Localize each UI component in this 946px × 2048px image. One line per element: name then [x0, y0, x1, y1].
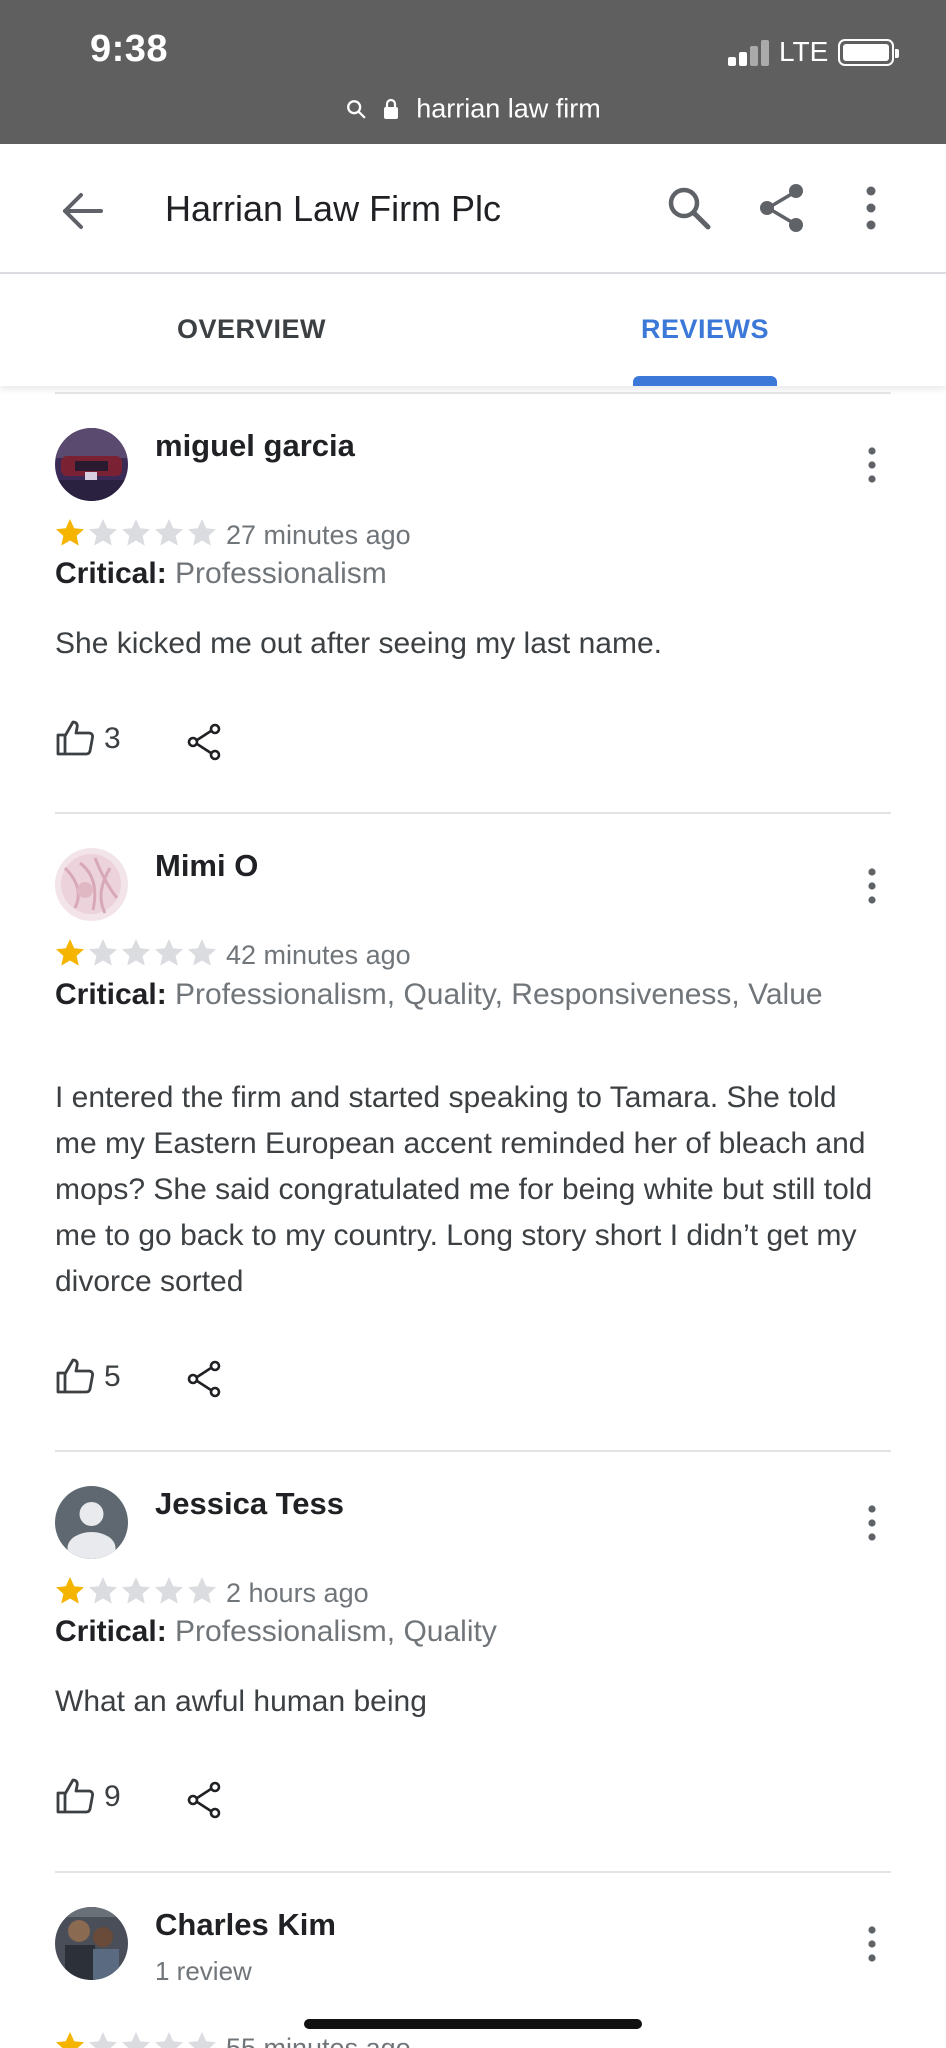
divider	[55, 392, 891, 394]
star-filled-icon	[56, 519, 84, 546]
star-empty-icon	[122, 939, 150, 966]
avatar[interactable]	[55, 428, 128, 501]
star-empty-icon	[155, 519, 183, 546]
avatar[interactable]	[55, 1907, 128, 1980]
critical-tags: Critical: Professionalism	[55, 556, 855, 592]
critical-items: Professionalism, Quality, Responsiveness…	[175, 978, 823, 1011]
default-person-icon	[55, 1486, 128, 1559]
avatar-photo	[55, 848, 128, 921]
star-filled-icon	[56, 1577, 84, 1604]
page-title: Harrian Law Firm Plc	[165, 188, 502, 229]
url-text: harrian law firm	[416, 93, 601, 124]
search-icon[interactable]	[664, 183, 714, 233]
star-empty-icon	[188, 1577, 216, 1604]
star-empty-icon	[155, 2032, 183, 2048]
critical-label: Critical:	[55, 557, 167, 590]
network-type: LTE	[779, 36, 829, 67]
tab-bar: OVERVIEW REVIEWS	[0, 276, 946, 386]
review-text: She kicked me out after seeing my last n…	[55, 627, 662, 660]
lock-icon	[383, 98, 398, 119]
divider	[55, 812, 891, 814]
more-vert-icon[interactable]	[864, 1924, 880, 1964]
star-empty-icon	[89, 519, 117, 546]
star-empty-icon	[89, 1577, 117, 1604]
reviewer-name[interactable]: Charles Kim	[155, 1907, 336, 1943]
star-rating	[54, 2030, 219, 2048]
more-vert-icon[interactable]	[864, 1503, 880, 1543]
reviewer-name[interactable]: Mimi O	[155, 848, 258, 884]
star-rating	[54, 937, 219, 969]
reviewer-name[interactable]: miguel garcia	[155, 428, 355, 464]
avatar[interactable]	[55, 848, 128, 921]
more-vert-icon[interactable]	[864, 866, 880, 906]
divider	[55, 1450, 891, 1452]
star-empty-icon	[89, 939, 117, 966]
star-empty-icon	[155, 1577, 183, 1604]
tab-overview[interactable]: OVERVIEW	[177, 314, 326, 345]
thumbs-up-icon[interactable]	[55, 718, 95, 758]
star-rating	[54, 1575, 219, 1607]
avatar[interactable]	[55, 1486, 128, 1559]
review-time: 42 minutes ago	[226, 940, 411, 970]
avatar-photo	[55, 428, 128, 501]
critical-label: Critical:	[55, 978, 167, 1011]
star-rating	[54, 517, 219, 549]
like-count: 9	[104, 1780, 121, 1813]
star-empty-icon	[155, 939, 183, 966]
active-tab-indicator	[633, 376, 777, 386]
divider	[55, 1871, 891, 1873]
thumbs-up-icon[interactable]	[55, 1776, 95, 1816]
share-icon[interactable]	[186, 1780, 222, 1820]
critical-label: Critical:	[55, 1615, 167, 1648]
tab-reviews[interactable]: REVIEWS	[641, 314, 769, 345]
star-empty-icon	[188, 519, 216, 546]
more-vert-icon[interactable]	[864, 445, 880, 485]
critical-items: Professionalism, Quality	[175, 1615, 497, 1648]
back-arrow-icon[interactable]	[55, 184, 109, 238]
critical-tags: Critical: Professionalism, Quality, Resp…	[55, 977, 855, 1013]
review-time: 55 minutes ago	[226, 2033, 411, 2048]
like-count: 5	[104, 1360, 121, 1393]
critical-tags: Critical: Professionalism, Quality	[55, 1614, 855, 1650]
star-empty-icon	[188, 2032, 216, 2048]
battery-icon	[838, 39, 899, 66]
star-empty-icon	[122, 519, 150, 546]
reviewer-name[interactable]: Jessica Tess	[155, 1486, 344, 1522]
share-icon[interactable]	[755, 181, 809, 235]
url-bar[interactable]: harrian law firm	[0, 92, 946, 124]
star-empty-icon	[188, 939, 216, 966]
star-empty-icon	[122, 1577, 150, 1604]
share-icon[interactable]	[186, 722, 222, 762]
home-indicator	[304, 2019, 642, 2029]
search-icon	[347, 99, 366, 119]
status-bar: 9:38 LTE harrian law firm	[0, 0, 946, 144]
share-icon[interactable]	[186, 1359, 222, 1399]
star-empty-icon	[89, 2032, 117, 2048]
review-text: What an awful human being	[55, 1685, 427, 1718]
star-empty-icon	[122, 2032, 150, 2048]
review-time: 27 minutes ago	[226, 520, 411, 550]
reviewer-review-count: 1 review	[155, 1956, 252, 1986]
critical-items: Professionalism	[175, 557, 387, 590]
star-filled-icon	[56, 939, 84, 966]
review-text: I entered the firm and started speaking …	[55, 1081, 873, 1298]
thumbs-up-icon[interactable]	[55, 1356, 95, 1396]
star-filled-icon	[56, 2032, 84, 2048]
signal-strength-icon	[728, 40, 770, 66]
avatar-photo	[55, 1907, 128, 1980]
app-bar: Harrian Law Firm Plc	[0, 144, 946, 274]
status-time: 9:38	[90, 28, 169, 70]
review-time: 2 hours ago	[226, 1578, 369, 1608]
more-vert-icon[interactable]	[856, 181, 886, 235]
like-count: 3	[104, 722, 121, 755]
